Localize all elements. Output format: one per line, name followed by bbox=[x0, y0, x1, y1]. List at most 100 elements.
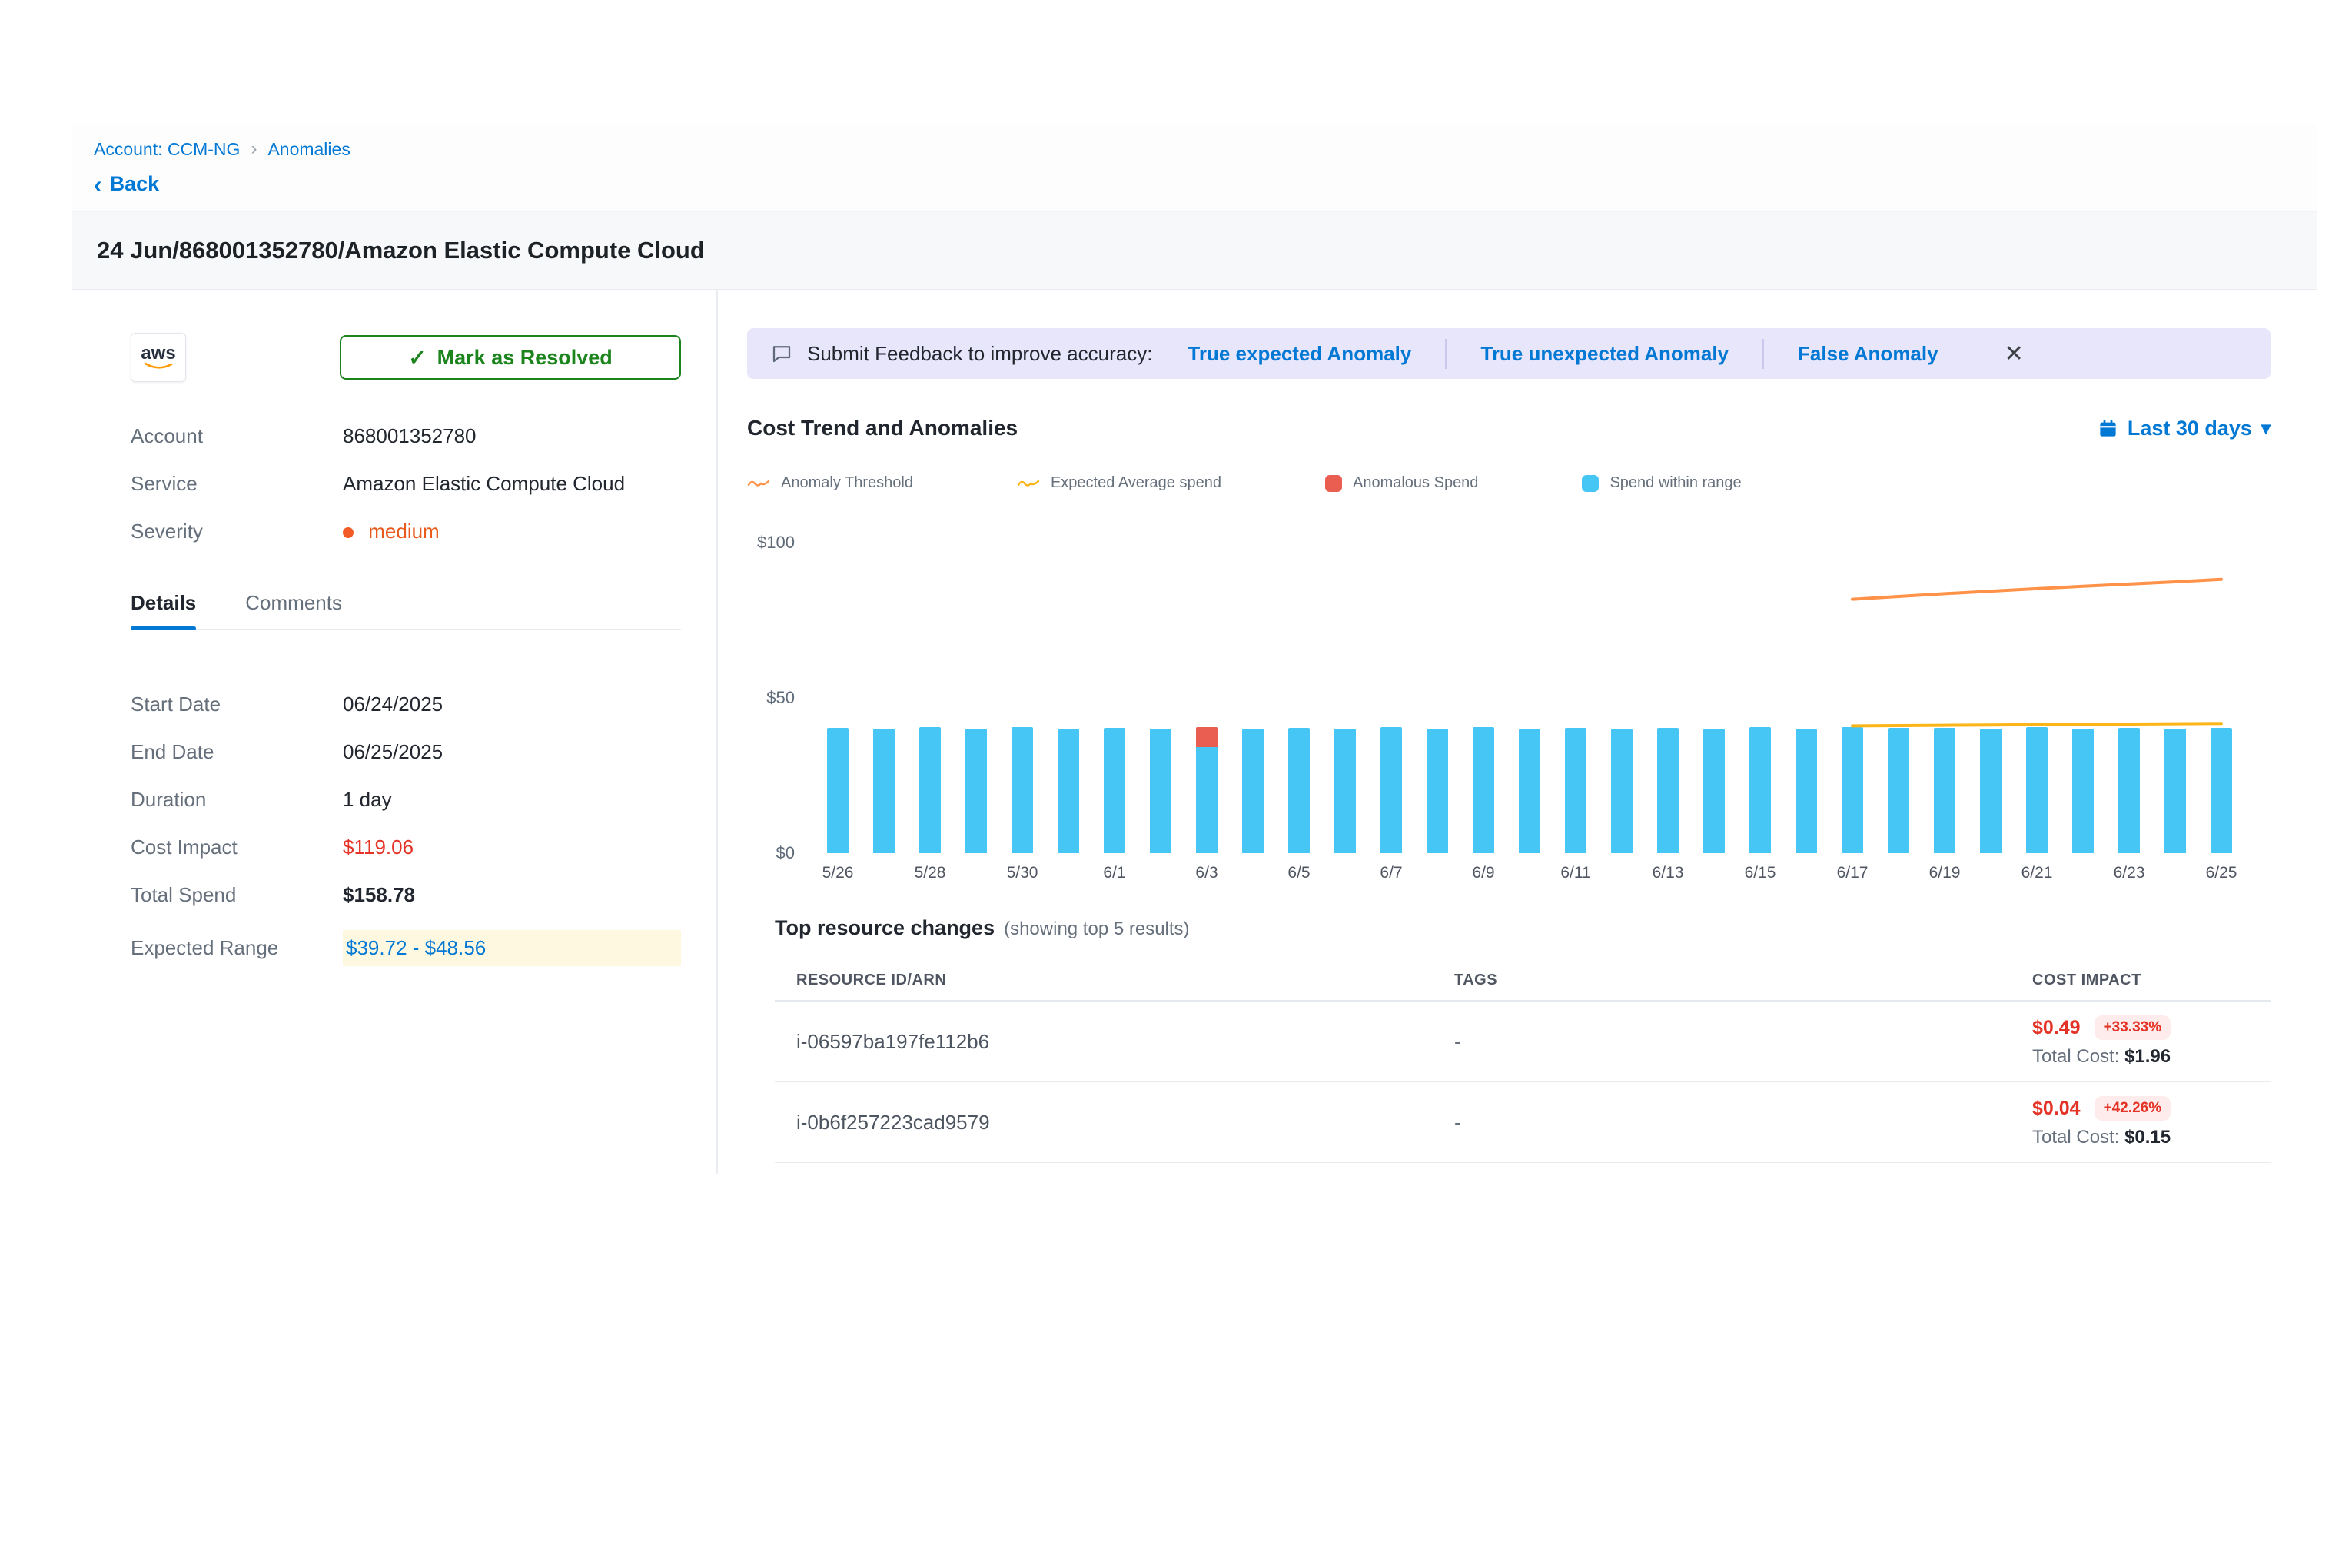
date-range-selector[interactable]: Last 30 days ▾ bbox=[2098, 417, 2271, 440]
y-axis-label: $100 bbox=[757, 533, 795, 553]
feedback-option-false-anomaly[interactable]: False Anomaly bbox=[1762, 339, 1972, 369]
severity-label: Severity bbox=[131, 520, 343, 543]
x-axis-label: 6/13 bbox=[1653, 864, 1684, 882]
chevron-down-icon: ▾ bbox=[2261, 417, 2271, 440]
total-spend-row: Total Spend $158.78 bbox=[131, 882, 681, 907]
feedback-close-icon[interactable]: ✕ bbox=[2005, 341, 2024, 367]
chart-bar-6/14 bbox=[1703, 729, 1725, 853]
severity-dot-icon bbox=[343, 527, 354, 538]
legend-anomalous-spend: Anomalous Spend bbox=[1325, 474, 1478, 492]
spend-within-range-swatch-icon bbox=[1582, 475, 1599, 492]
x-axis-label: 6/5 bbox=[1287, 864, 1310, 882]
check-icon: ✓ bbox=[408, 345, 426, 370]
duration-value: 1 day bbox=[343, 788, 392, 812]
service-value: Amazon Elastic Compute Cloud bbox=[343, 472, 625, 496]
duration-label: Duration bbox=[131, 788, 343, 812]
service-row: Service Amazon Elastic Compute Cloud bbox=[131, 471, 681, 496]
calendar-icon bbox=[2098, 418, 2118, 439]
column-resource-id: RESOURCE ID/ARN bbox=[775, 972, 1454, 989]
resource-tags: - bbox=[1454, 1111, 2032, 1134]
x-axis-label: 5/30 bbox=[1007, 864, 1038, 882]
cost-impact-value: $119.06 bbox=[343, 835, 414, 859]
anomaly-summary-panel: aws ✓ Mark as Resolved Account 868001352… bbox=[72, 290, 716, 1174]
feedback-options: True expected Anomaly True unexpected An… bbox=[1154, 339, 1972, 369]
x-axis-label: 6/3 bbox=[1195, 864, 1218, 882]
cost-impact-row: Cost Impact $119.06 bbox=[131, 835, 681, 859]
chart-bar-6/8 bbox=[1427, 729, 1448, 853]
column-tags: TAGS bbox=[1454, 972, 2032, 989]
account-row: Account 868001352780 bbox=[131, 424, 681, 448]
severity-row: Severity medium bbox=[131, 519, 681, 543]
chart-bar-6/17 bbox=[1842, 727, 1863, 853]
resolve-button-label: Mark as Resolved bbox=[437, 346, 613, 370]
tab-comments[interactable]: Comments bbox=[245, 591, 342, 629]
chart-bar-6/9 bbox=[1473, 727, 1494, 853]
x-axis-label: 6/25 bbox=[2206, 864, 2237, 882]
legend-label: Expected Average spend bbox=[1051, 474, 1221, 492]
cost-impact-percent-badge: +33.33% bbox=[2095, 1015, 2171, 1040]
account-label: Account bbox=[131, 424, 343, 448]
resources-subtitle: (showing top 5 results) bbox=[1004, 919, 1189, 940]
severity-value: medium bbox=[343, 520, 440, 543]
chart-bar-anomalous-segment bbox=[1196, 727, 1218, 747]
x-axis-label: 6/23 bbox=[2114, 864, 2145, 882]
back-chevron-icon: ‹ bbox=[94, 174, 102, 194]
breadcrumb-anomalies-link[interactable]: Anomalies bbox=[267, 139, 350, 160]
x-axis-label: 5/26 bbox=[822, 864, 854, 882]
total-cost-label: Total Cost: bbox=[2032, 1046, 2119, 1067]
total-spend-label: Total Spend bbox=[131, 883, 343, 907]
date-range-label: Last 30 days bbox=[2128, 417, 2252, 440]
chart-bar-6/19 bbox=[1934, 728, 1955, 853]
chart-bar-6/21 bbox=[2026, 727, 2048, 853]
anomaly-trend-panel: Submit Feedback to improve accuracy: Tru… bbox=[718, 290, 2317, 1174]
cost-trend-chart: $0$50$100 5/265/285/306/16/36/56/76/96/1… bbox=[747, 530, 2271, 899]
speech-bubble-icon bbox=[770, 342, 793, 365]
chart-bar-6/5 bbox=[1288, 728, 1310, 853]
expected-line-icon bbox=[1017, 477, 1040, 490]
severity-text: medium bbox=[368, 520, 439, 543]
title-bar: 24 Jun/868001352780/Amazon Elastic Compu… bbox=[72, 212, 2317, 290]
chart-bar-6/10 bbox=[1519, 729, 1540, 853]
feedback-option-true-unexpected[interactable]: True unexpected Anomaly bbox=[1445, 339, 1762, 369]
anomalous-spend-swatch-icon bbox=[1325, 475, 1342, 492]
cost-impact-percent-badge: +42.26% bbox=[2095, 1096, 2171, 1121]
feedback-option-true-expected[interactable]: True expected Anomaly bbox=[1154, 339, 1445, 369]
chart-bar-6/3 bbox=[1196, 727, 1218, 853]
y-axis-label: $50 bbox=[766, 688, 795, 708]
breadcrumb-account-link[interactable]: Account: CCM-NG bbox=[94, 139, 240, 160]
legend-label: Anomaly Threshold bbox=[781, 474, 913, 492]
breadcrumb: Account: CCM-NG › Anomalies bbox=[94, 138, 2317, 160]
table-row[interactable]: i-06597ba197fe112b6 - $0.49 +33.33% Tota… bbox=[775, 1002, 2271, 1082]
trend-header: Cost Trend and Anomalies Last 30 days ▾ bbox=[747, 416, 2271, 440]
x-axis-label: 6/7 bbox=[1380, 864, 1402, 882]
cost-impact-value: $0.49 bbox=[2032, 1017, 2081, 1039]
chart-bar-6/24 bbox=[2164, 729, 2186, 853]
resources-table: RESOURCE ID/ARN TAGS COST IMPACT i-06597… bbox=[775, 960, 2271, 1163]
top-resource-changes: Top resource changes (showing top 5 resu… bbox=[747, 916, 2271, 1163]
legend-spend-within-range: Spend within range bbox=[1582, 474, 1741, 492]
chart-bar-6/20 bbox=[1980, 729, 2002, 853]
back-button[interactable]: ‹ Back bbox=[94, 172, 2317, 196]
expected-range-label: Expected Range bbox=[131, 936, 343, 960]
chart-bar-5/31 bbox=[1058, 729, 1079, 853]
x-axis-label: 6/19 bbox=[1929, 864, 1961, 882]
legend-label: Spend within range bbox=[1610, 474, 1741, 492]
start-date-label: Start Date bbox=[131, 693, 343, 716]
summary-block: Account 868001352780 Service Amazon Elas… bbox=[131, 424, 681, 543]
tab-details[interactable]: Details bbox=[131, 591, 196, 629]
start-date-value: 06/24/2025 bbox=[343, 693, 443, 716]
mark-as-resolved-button[interactable]: ✓ Mark as Resolved bbox=[340, 335, 681, 380]
table-row[interactable]: i-0b6f257223cad9579 - $0.04 +42.26% Tota… bbox=[775, 1082, 2271, 1163]
resource-id: i-06597ba197fe112b6 bbox=[775, 1030, 1454, 1054]
total-cost-label: Total Cost: bbox=[2032, 1127, 2119, 1148]
chart-bar-6/13 bbox=[1657, 728, 1679, 853]
chart-bar-6/22 bbox=[2072, 729, 2094, 853]
cost-impact-cell: $0.49 +33.33% Total Cost: $1.96 bbox=[2032, 1015, 2271, 1068]
x-axis-label: 5/28 bbox=[915, 864, 946, 882]
chart-bar-6/6 bbox=[1334, 729, 1356, 853]
expected-range-value: $39.72 - $48.56 bbox=[343, 930, 681, 966]
cost-impact-value: $0.04 bbox=[2032, 1098, 2081, 1120]
cost-impact-label: Cost Impact bbox=[131, 835, 343, 859]
chart-bar-6/2 bbox=[1150, 729, 1171, 853]
chart-bar-6/1 bbox=[1104, 728, 1125, 853]
